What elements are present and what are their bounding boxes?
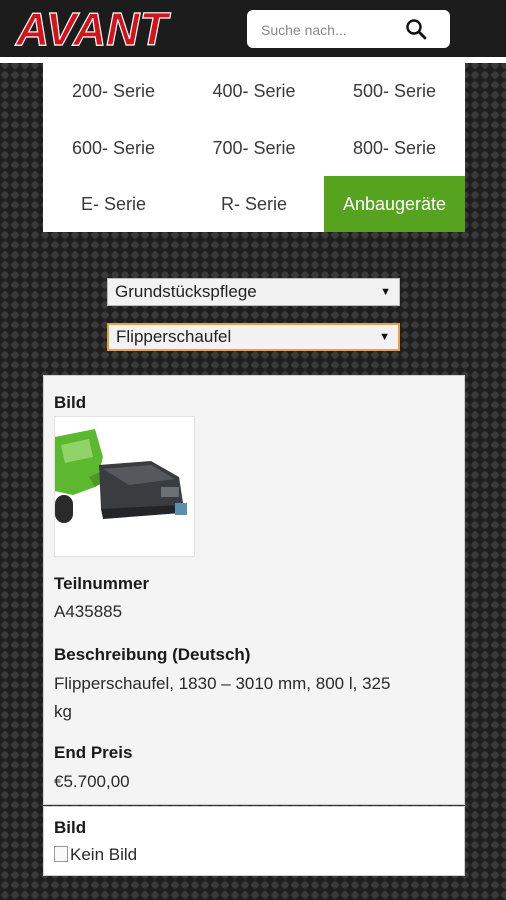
nav-700-serie[interactable]: 700- Serie [184,120,324,176]
search-box[interactable]: Suche nach... [247,10,450,48]
part-number-value: A435885 [54,602,123,621]
image-label: Bild [54,818,87,837]
product-image [54,416,195,557]
image-label: Bild [54,393,87,412]
dropdown-arrow-icon: ▼ [379,331,390,343]
nav-200-serie[interactable]: 200- Serie [43,63,184,120]
part-number-label: Teilnummer [54,574,150,593]
nav-r-serie[interactable]: R- Serie [184,176,324,232]
nav-800-serie[interactable]: 800- Serie [324,120,465,176]
product-card: Bild Teilnummer A435885 Beschreibung (De… [43,375,465,805]
broken-image-icon [54,846,68,862]
price-value: €5.700,00 [54,772,130,791]
search-icon[interactable] [404,17,428,41]
category-select[interactable]: Grundstückspflege ▼ [107,278,400,306]
no-image-text: Kein Bild [70,845,138,864]
nav-500-serie[interactable]: 500- Serie [324,63,465,120]
nav-400-serie[interactable]: 400- Serie [184,63,324,120]
description-value-line2: kg [54,702,72,721]
header-bar: AVANT Suche nach... [0,0,506,57]
category-select-value: Grundstückspflege [115,282,257,301]
search-input[interactable]: Suche nach... [261,22,347,38]
dropdown-arrow-icon: ▼ [380,286,391,298]
series-nav: 200- Serie 400- Serie 500- Serie 600- Se… [43,63,465,232]
nav-600-serie[interactable]: 600- Serie [43,120,184,176]
product-select[interactable]: Flipperschaufel ▼ [107,323,400,351]
nav-e-serie[interactable]: E- Serie [43,176,184,232]
logo-text: AVANT [15,3,172,53]
avant-logo[interactable]: AVANT [12,3,207,53]
nav-anbaugeraete[interactable]: Anbaugeräte [324,176,465,232]
price-label: End Preis [54,743,133,762]
description-value-line1: Flipperschaufel, 1830 – 3010 mm, 800 l, … [54,674,391,693]
product-card: Bild Kein Bild [43,806,465,876]
product-select-value: Flipperschaufel [116,327,232,346]
flipper-bucket-image [55,417,194,556]
description-label: Beschreibung (Deutsch) [54,645,251,664]
missing-image: Kein Bild [54,845,137,865]
